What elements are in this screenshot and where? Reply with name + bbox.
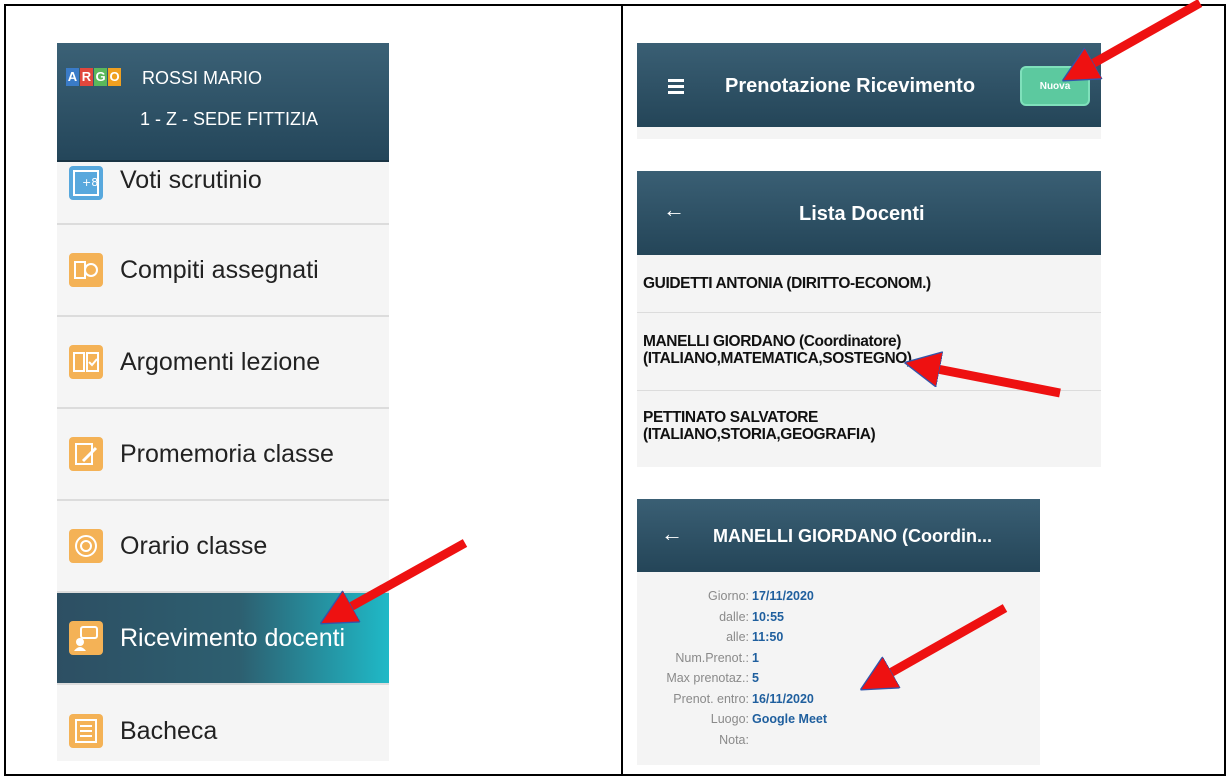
menu-item-label: Ricevimento docenti	[120, 623, 346, 652]
field-label: alle:	[726, 630, 749, 644]
field-value: Google Meet	[752, 712, 828, 726]
note-pencil-icon	[69, 437, 103, 471]
menu-item-label: Promemoria classe	[120, 439, 334, 468]
page-title: MANELLI GIORDANO (Coordin...	[713, 526, 992, 546]
book-icon	[69, 253, 103, 287]
menu-item-argomenti-lezione[interactable]: Argomenti lezione	[57, 317, 389, 409]
user-name: ROSSI MARIO	[142, 68, 263, 88]
field-label: Num.Prenot.:	[675, 650, 749, 665]
teacher-name: PETTINATO SALVATORE	[643, 409, 818, 426]
menu-item-bacheca[interactable]: Bacheca	[57, 685, 389, 761]
back-arrow-icon[interactable]: ←	[663, 197, 685, 223]
field-nota: Nota:	[637, 733, 1040, 754]
list-item[interactable]: GUIDETTI ANTONIA (DIRITTO-ECONOM.)	[637, 255, 1101, 313]
teacher-name: GUIDETTI ANTONIA (DIRITTO-ECONOM.)	[643, 275, 931, 292]
menu-item-label: Orario classe	[120, 531, 268, 560]
field-value: 17/11/2020	[752, 589, 814, 603]
appointment-detail-screen: ← MANELLI GIORDANO (Coordin... Giorno: 17…	[637, 499, 1040, 765]
class-name: 1 - Z - SEDE FITTIZIA	[140, 109, 319, 129]
menu-item-label: Compiti assegnati	[120, 255, 319, 284]
field-label: Nota:	[719, 732, 749, 747]
side-menu: A R G O ROSSI MARIO 1 - Z - SEDE FITTIZI…	[57, 43, 389, 761]
clock-icon	[69, 529, 103, 563]
lista-docenti-screen: ← Lista Docenti GUIDETTI ANTONIA (DIRITT…	[637, 171, 1101, 467]
argo-logo: A R G O	[66, 68, 121, 86]
back-arrow-icon[interactable]: ←	[661, 521, 683, 547]
logo-letter: R	[80, 68, 93, 86]
field-max-prenotaz: Max prenotaz.: 5	[637, 671, 1040, 692]
field-value: 10:55	[752, 609, 784, 624]
menu-item-promemoria-classe[interactable]: Promemoria classe	[57, 409, 389, 501]
field-label: Prenot. entro:	[673, 691, 749, 706]
field-value: 16/11/2020	[752, 691, 814, 706]
field-luogo: Luogo: Google Meet	[637, 712, 1040, 733]
teacher-subjects: (ITALIANO,STORIA,GEOGRAFIA)	[643, 426, 876, 443]
lista-docenti-header: ← Lista Docenti	[637, 171, 1101, 255]
menu-item-label: Voti scrutinio	[120, 166, 262, 194]
meeting-icon	[69, 621, 103, 655]
menu-item-compiti-assegnati[interactable]: Compiti assegnati	[57, 225, 389, 317]
teacher-name: MANELLI GIORDANO (Coordinatore)	[643, 333, 901, 350]
logo-letter: O	[108, 68, 121, 86]
menu-item-orario-classe[interactable]: Orario classe	[57, 501, 389, 593]
field-value: 11:50	[752, 630, 784, 644]
menu-item-voti-scrutinio[interactable]: +8 Voti scrutinio	[57, 162, 389, 225]
hamburger-menu-icon[interactable]	[668, 79, 684, 97]
field-value: 5	[752, 671, 759, 685]
detail-fields: Giorno: 17/11/2020 dalle: 10:55 alle: 11:50…	[637, 589, 1040, 753]
detail-header: ← MANELLI GIORDANO (Coordin...	[637, 499, 1040, 572]
field-label: dalle:	[719, 609, 749, 624]
menu-item-ricevimento-docenti[interactable]: Ricevimento docenti	[57, 593, 389, 685]
column-divider	[621, 4, 623, 776]
field-label: Giorno:	[708, 589, 749, 603]
checklist-icon	[69, 345, 103, 379]
logo-letter: A	[66, 68, 79, 86]
page-title: Prenotazione Ricevimento	[725, 75, 976, 97]
list-item[interactable]: PETTINATO SALVATORE (ITALIANO,STORIA,GEO…	[637, 391, 1101, 466]
field-giorno: Giorno: 17/11/2020	[637, 589, 1040, 610]
page-title: Lista Docenti	[799, 203, 925, 225]
field-label: Luogo:	[710, 712, 749, 726]
field-value: 1	[752, 650, 759, 665]
list-item[interactable]: MANELLI GIORDANO (Coordinatore) (ITALIAN…	[637, 313, 1101, 391]
field-label: Max prenotaz.:	[666, 671, 749, 685]
field-dalle: dalle: 10:55	[637, 610, 1040, 631]
menu-header: A R G O ROSSI MARIO 1 - Z - SEDE FITTIZI…	[57, 43, 389, 162]
new-booking-button[interactable]: Nuova	[1020, 66, 1090, 106]
teacher-subjects: (ITALIANO,MATEMATICA,SOSTEGNO)	[643, 350, 912, 367]
field-num-prenot: Num.Prenot.: 1	[637, 651, 1040, 672]
field-alle: alle: 11:50	[637, 630, 1040, 651]
svg-text:+8: +8	[82, 176, 98, 189]
prenotazione-header: Prenotazione Ricevimento Nuova	[637, 43, 1101, 127]
board-icon	[69, 714, 103, 748]
menu-item-label: Bacheca	[120, 716, 218, 745]
menu-item-label: Argomenti lezione	[120, 347, 321, 376]
logo-letter: G	[94, 68, 107, 86]
prenotazione-screen: Prenotazione Ricevimento Nuova	[637, 43, 1101, 139]
grades-icon: +8	[69, 166, 103, 200]
field-prenot-entro: Prenot. entro: 16/11/2020	[637, 692, 1040, 713]
